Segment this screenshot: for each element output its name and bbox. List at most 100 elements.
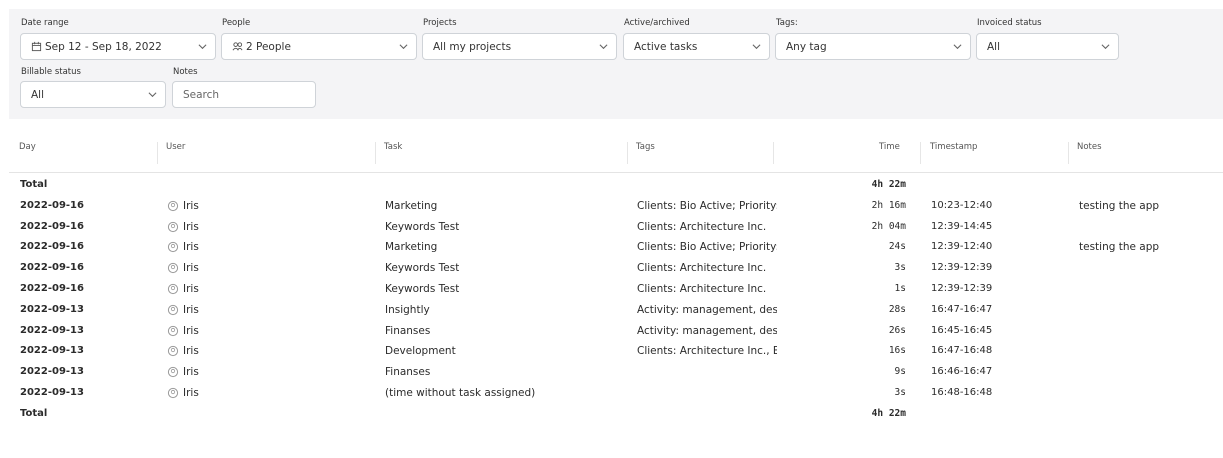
calendar-icon — [31, 41, 42, 52]
table-row[interactable]: 2022-09-13 Iris Insightly Activity: mana… — [9, 300, 1223, 321]
people-value: 2 People — [246, 40, 291, 53]
tags-label: Tags: — [776, 18, 798, 28]
row-day: 2022-09-16 — [20, 282, 84, 294]
date-range-value: Sep 12 - Sep 18, 2022 — [45, 40, 162, 53]
people-icon — [232, 42, 243, 51]
header-time[interactable]: Time — [879, 142, 900, 152]
table-row[interactable]: 2022-09-13 Iris Finanses 9s 16:46-16:47 — [9, 362, 1223, 383]
row-time: 9s — [894, 366, 906, 378]
row-day: 2022-09-13 — [20, 324, 84, 336]
row-timestamp: 16:46-16:47 — [931, 366, 993, 378]
chevron-down-icon — [399, 44, 408, 50]
billable-status-select[interactable]: All — [20, 81, 166, 108]
row-user: Iris — [167, 262, 199, 274]
people-select[interactable]: 2 People — [221, 33, 417, 60]
header-task[interactable]: Task — [384, 142, 402, 152]
header-timestamp[interactable]: Timestamp — [930, 142, 977, 152]
row-user-name: Iris — [183, 324, 199, 337]
chevron-down-icon — [953, 44, 962, 50]
filter-panel: Date range Sep 12 - Sep 18, 2022 People … — [9, 9, 1223, 119]
user-avatar-icon — [167, 242, 179, 253]
header-day[interactable]: Day — [19, 142, 36, 152]
column-divider — [920, 142, 921, 164]
invoiced-status-value: All — [987, 40, 1001, 53]
row-tags: Clients: Architecture Inc., BRS — [637, 345, 777, 358]
active-archived-select[interactable]: Active tasks — [623, 33, 770, 60]
row-user: Iris — [167, 304, 199, 316]
table-row[interactable]: 2022-09-16 Iris Keywords Test Clients: A… — [9, 217, 1223, 238]
row-task: Keywords Test — [385, 220, 460, 233]
invoiced-status-label: Invoiced status — [977, 18, 1042, 28]
row-user-name: Iris — [183, 220, 199, 233]
header-user[interactable]: User — [166, 142, 185, 152]
row-time: 3s — [894, 262, 906, 274]
row-timestamp: 12:39-12:39 — [931, 282, 993, 294]
total-row-top: Total 4h 22m — [9, 175, 1223, 196]
billable-status-label: Billable status — [21, 67, 81, 77]
table-row[interactable]: 2022-09-13 Iris (time without task assig… — [9, 383, 1223, 404]
notes-search-placeholder: Search — [183, 88, 220, 101]
notes-search-input[interactable]: Search — [172, 81, 316, 108]
table-row[interactable]: 2022-09-13 Iris Finanses Activity: manag… — [9, 321, 1223, 342]
column-divider — [627, 142, 628, 164]
table-row[interactable]: 2022-09-16 Iris Marketing Clients: Bio A… — [9, 237, 1223, 258]
row-task: Keywords Test — [385, 262, 460, 275]
row-tags: Clients: Architecture Inc. — [637, 282, 767, 295]
header-notes[interactable]: Notes — [1077, 142, 1102, 152]
user-avatar-icon — [167, 283, 179, 295]
date-range-select[interactable]: Sep 12 - Sep 18, 2022 — [20, 33, 216, 60]
row-task: Marketing — [385, 199, 438, 212]
total-row-bottom: Total 4h 22m — [9, 404, 1223, 425]
row-day: 2022-09-16 — [20, 199, 84, 211]
table-row[interactable]: 2022-09-16 Iris Marketing Clients: Bio A… — [9, 196, 1223, 217]
row-tags: Clients: Architecture Inc. — [637, 262, 767, 275]
row-task: Finanses — [385, 366, 431, 379]
row-tags: Activity: management, desig — [637, 303, 777, 316]
row-task: Insightly — [385, 303, 430, 316]
table-row[interactable]: 2022-09-16 Iris Keywords Test Clients: A… — [9, 258, 1223, 279]
row-task: Development — [385, 345, 456, 358]
row-time: 2h 16m — [871, 199, 906, 211]
row-timestamp: 16:48-16:48 — [931, 386, 993, 398]
notes-filter-label: Notes — [173, 67, 198, 77]
row-task: (time without task assigned) — [385, 386, 536, 399]
row-task: Keywords Test — [385, 282, 460, 295]
chevron-down-icon — [198, 44, 207, 50]
table-body: Total 4h 22m 2022-09-16 Iris Marketing C… — [9, 175, 1223, 425]
row-user: Iris — [167, 241, 199, 253]
row-day: 2022-09-16 — [20, 262, 84, 274]
header-divider — [9, 172, 1223, 173]
tags-select[interactable]: Any tag — [775, 33, 971, 60]
row-user-name: Iris — [183, 345, 199, 358]
row-day: 2022-09-16 — [20, 241, 84, 253]
row-time: 3s — [894, 386, 906, 398]
total-time: 4h 22m — [871, 179, 906, 190]
row-time: 2h 04m — [871, 220, 906, 232]
row-timestamp: 10:23-12:40 — [931, 199, 993, 211]
row-timestamp: 12:39-12:40 — [931, 241, 993, 253]
row-user-name: Iris — [183, 241, 199, 254]
row-user: Iris — [167, 366, 199, 378]
row-timestamp: 12:39-12:39 — [931, 262, 993, 274]
row-timestamp: 12:39-14:45 — [931, 220, 993, 232]
header-tags[interactable]: Tags — [636, 142, 655, 152]
row-notes[interactable]: testing the app — [1079, 200, 1159, 212]
row-tags: Clients: Bio Active; Priority: Mi — [637, 241, 777, 254]
row-time: 24s — [888, 241, 906, 253]
row-user-name: Iris — [183, 262, 199, 275]
row-day: 2022-09-16 — [20, 220, 84, 232]
chevron-down-icon — [1101, 44, 1110, 50]
projects-select[interactable]: All my projects — [422, 33, 617, 60]
table-row[interactable]: 2022-09-16 Iris Keywords Test Clients: A… — [9, 279, 1223, 300]
table-header: Day User Task Tags Time Timestamp Notes — [9, 142, 1223, 166]
user-avatar-icon — [167, 200, 179, 211]
total-label: Total — [20, 179, 48, 190]
chevron-down-icon — [599, 44, 608, 50]
table-row[interactable]: 2022-09-13 Iris Development Clients: Arc… — [9, 341, 1223, 362]
total-time: 4h 22m — [871, 407, 906, 419]
invoiced-status-select[interactable]: All — [976, 33, 1119, 60]
user-avatar-icon — [167, 221, 179, 232]
row-task: Marketing — [385, 241, 438, 254]
row-user-name: Iris — [183, 282, 199, 295]
row-notes[interactable]: testing the app — [1079, 241, 1159, 253]
